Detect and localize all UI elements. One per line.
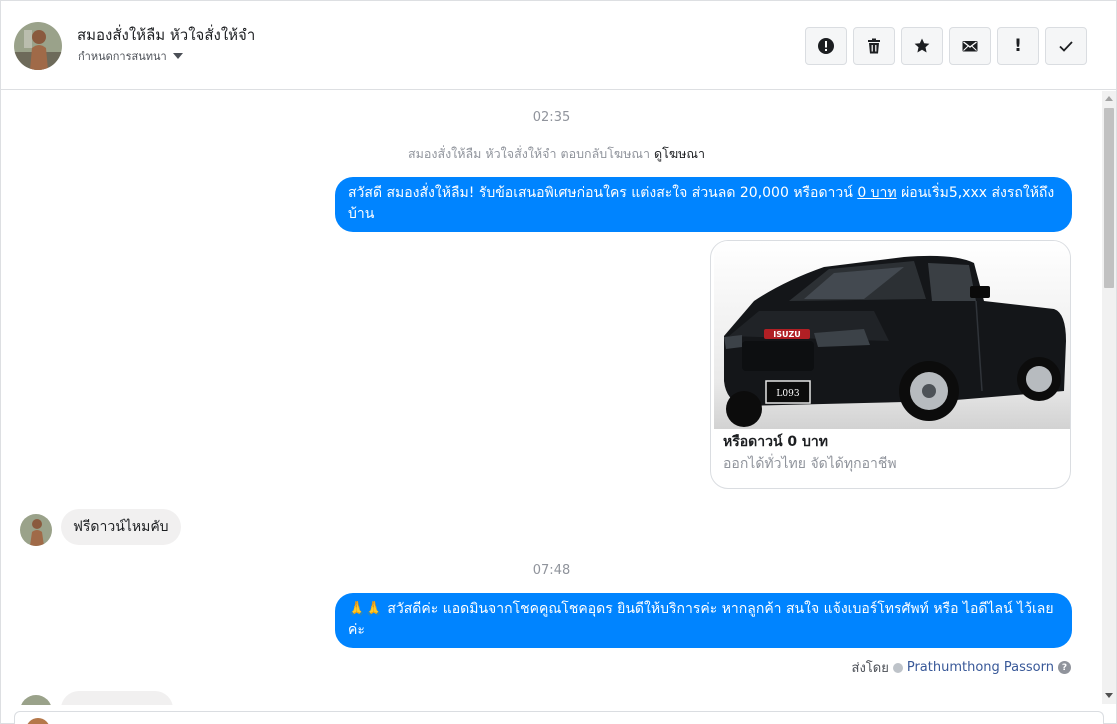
conversation-settings-dropdown[interactable]: กำหนดการสนทนา — [78, 47, 183, 65]
incoming-message-partial[interactable] — [61, 691, 173, 705]
sent-by-label: ส่งโดย — [851, 661, 889, 676]
timestamp: 07:48 — [532, 563, 571, 578]
page-badge-icon — [892, 662, 903, 673]
message-text: สวัสดี สมองสั่งให้ลืม! รับข้อเสนอพิเศษก่… — [348, 185, 858, 201]
star-icon — [914, 38, 930, 53]
sender-name[interactable]: Prathumthong Passorn — [907, 660, 1054, 675]
truck-ad-image: ISUZU L093 — [714, 241, 1070, 429]
mark-done-button[interactable] — [1045, 27, 1087, 65]
exclamation-icon: ! — [1014, 36, 1022, 56]
conversation-settings-label: กำหนดการสนทนา — [78, 50, 167, 63]
envelope-icon — [962, 41, 978, 52]
scrollbar-thumb[interactable] — [1104, 108, 1114, 288]
thread-scrollbar[interactable] — [1102, 91, 1116, 704]
scroll-down-arrow-icon[interactable] — [1105, 693, 1113, 698]
follow-up-button[interactable]: ! — [997, 27, 1039, 65]
help-icon[interactable]: ? — [1058, 661, 1071, 674]
message-thread[interactable]: 02:35 สมองสั่งให้ลืม หัวใจสั่งให้จำ ตอบก… — [1, 91, 1102, 705]
mark-unread-button[interactable] — [949, 27, 991, 65]
outgoing-message[interactable]: สวัสดี สมองสั่งให้ลืม! รับข้อเสนอพิเศษก่… — [335, 177, 1072, 232]
contact-avatar-small[interactable] — [20, 695, 52, 705]
contact-name[interactable]: สมองสั่งให้ลืม หัวใจสั่งให้จำ — [77, 23, 255, 47]
star-button[interactable] — [901, 27, 943, 65]
ad-card[interactable]: ISUZU L093 หรือดาวน์ 0 บาท ออกได้ทั่วไทย… — [710, 240, 1071, 489]
trash-icon — [868, 38, 880, 54]
ad-card-subtitle: ออกได้ทั่วไทย จัดได้ทุกอาชีพ — [723, 456, 897, 472]
exclamation-circle-icon — [818, 38, 834, 54]
header-actions: ! — [805, 27, 1087, 65]
outgoing-message[interactable]: 🙏🙏 สวัสดีค่ะ แอดมินจากโชคคูณโชคอุดร ยินด… — [335, 593, 1072, 648]
ad-reply-meta: สมองสั่งให้ลืม หัวใจสั่งให้จำ ตอบกลับโฆษ… — [408, 144, 705, 164]
brand-logo: ISUZU — [773, 330, 801, 339]
checkmark-icon — [1059, 41, 1073, 52]
folded-hands-emoji: 🙏🙏 — [348, 601, 383, 617]
sent-by-meta: ส่งโดย Prathumthong Passorn ? — [852, 657, 1071, 678]
conversation-header: สมองสั่งให้ลืม หัวใจสั่งให้จำ กำหนดการสน… — [1, 1, 1116, 90]
message-composer[interactable] — [14, 711, 1104, 724]
incoming-message[interactable]: ฟรีดาวน์ไหมคับ — [61, 509, 181, 545]
license-plate: L093 — [776, 389, 799, 399]
spam-button[interactable] — [805, 27, 847, 65]
view-ad-link[interactable]: ดูโฆษณา — [654, 146, 705, 161]
message-underlined-text: 0 บาท — [857, 185, 897, 201]
timestamp: 02:35 — [532, 110, 571, 125]
delete-button[interactable] — [853, 27, 895, 65]
ad-card-title: หรือดาวน์ 0 บาท — [723, 434, 829, 450]
ad-reply-text: สมองสั่งให้ลืม หัวใจสั่งให้จำ ตอบกลับโฆษ… — [407, 146, 651, 161]
message-text: สวัสดีค่ะ แอดมินจากโชคคูณโชคอุดร ยินดีให… — [348, 601, 1054, 638]
contact-avatar[interactable] — [14, 22, 62, 70]
contact-avatar-small[interactable] — [20, 514, 52, 546]
scroll-up-arrow-icon[interactable] — [1105, 96, 1113, 101]
caret-down-icon — [172, 53, 183, 59]
